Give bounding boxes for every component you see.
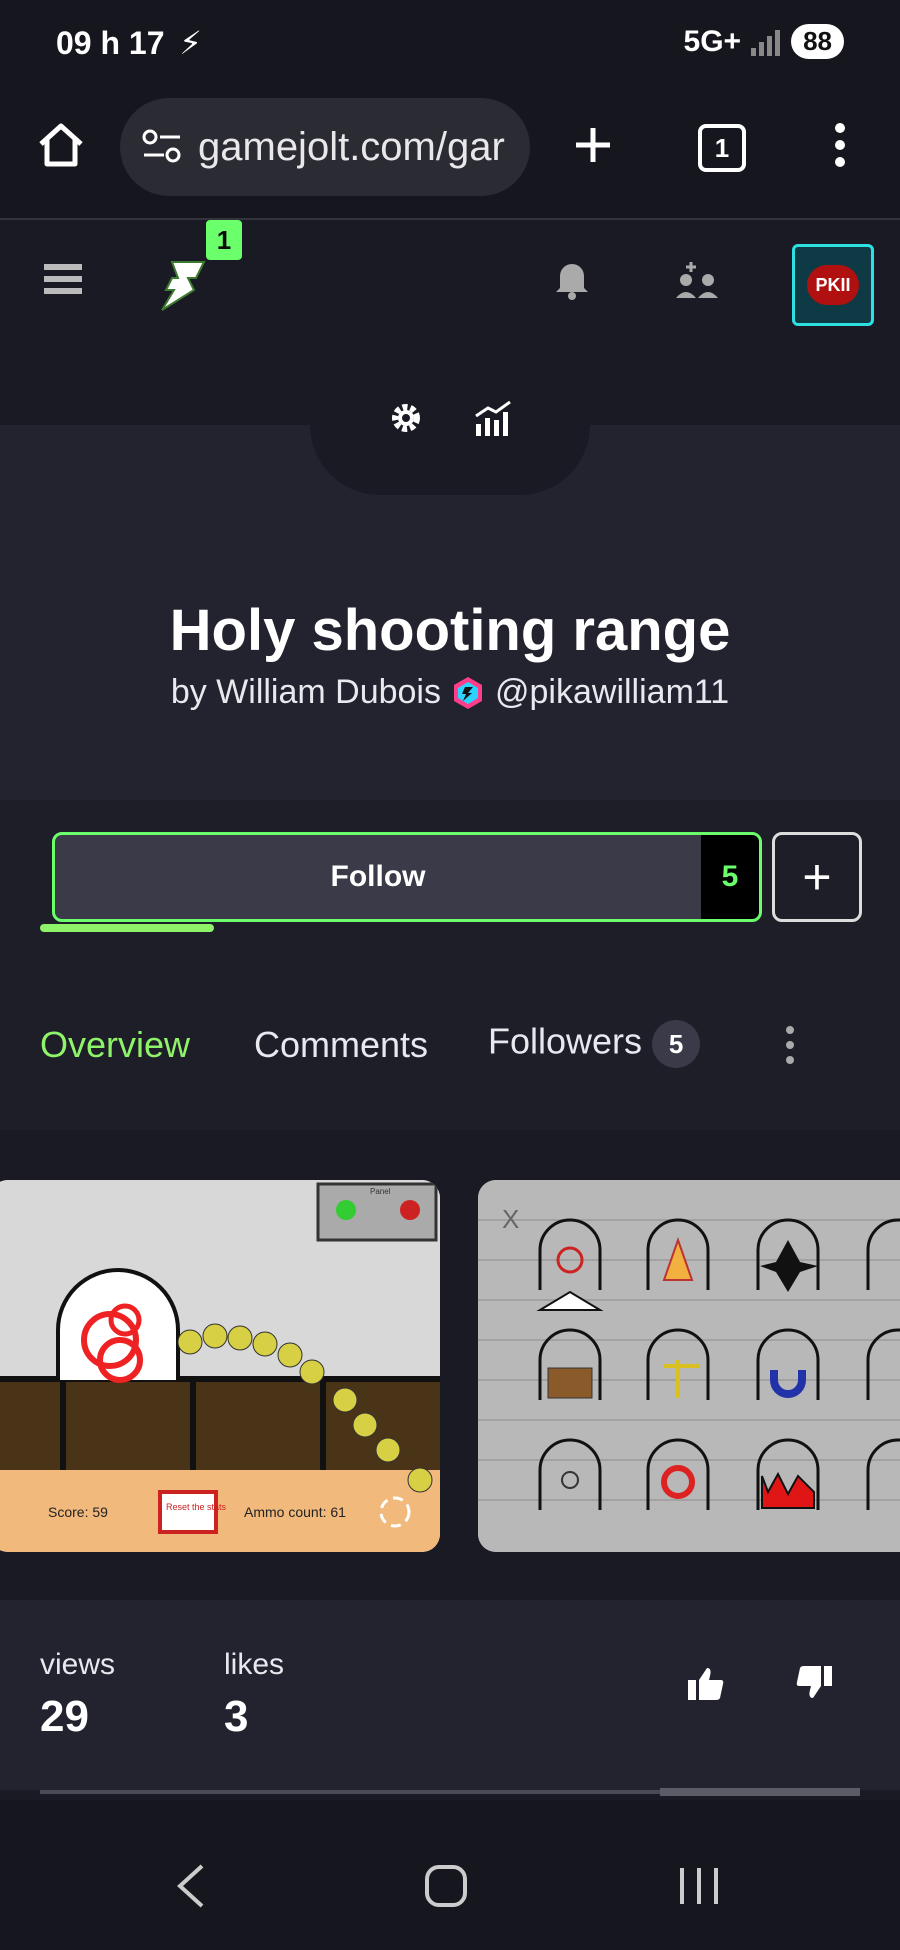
screenshot-gallery[interactable]: Panel Score: 59 Reset the stats Ammo cou… <box>0 1130 900 1600</box>
tab-overview[interactable]: Overview <box>40 1024 190 1066</box>
address-bar[interactable]: gamejolt.com/gar <box>120 98 530 196</box>
url-text: gamejolt.com/gar <box>198 124 505 169</box>
views-label: views <box>40 1648 116 1681</box>
gear-icon[interactable] <box>388 400 424 436</box>
game-title: Holy shooting range <box>169 598 731 663</box>
tab-followers[interactable]: Followers 5 <box>488 1020 701 1068</box>
thumbs-up-icon[interactable] <box>688 1666 724 1700</box>
site-header: 1 PKII <box>0 220 900 430</box>
tab-comments[interactable]: Comments <box>254 1024 428 1066</box>
back-nav-icon[interactable] <box>176 1864 206 1908</box>
likes-label: likes <box>224 1648 285 1681</box>
follow-button[interactable]: Follow 5 <box>52 832 762 922</box>
shooting-range-scene: Panel Score: 59 Reset the stats Ammo cou… <box>0 1180 440 1552</box>
target-selection-scene: X <box>478 1180 900 1552</box>
tab-switcher-button[interactable]: 1 <box>698 124 746 172</box>
verified-creator-icon <box>454 676 482 709</box>
header-notch <box>310 425 590 495</box>
follow-count: 5 <box>701 835 759 919</box>
follow-section: Follow 5 + Overview Comments Followers 5 <box>0 800 900 1130</box>
new-tab-icon[interactable] <box>572 124 614 166</box>
battery-badge: 88 <box>791 24 844 59</box>
hamburger-menu-icon[interactable] <box>44 262 82 296</box>
gamejolt-logo-icon[interactable] <box>158 260 208 312</box>
recents-nav-icon[interactable] <box>678 1866 720 1906</box>
analytics-icon[interactable] <box>474 400 514 436</box>
likes-value: 3 <box>224 1692 249 1741</box>
thumbs-down-icon[interactable] <box>796 1666 832 1700</box>
developer-handle[interactable]: @pikawilliam11 <box>495 673 729 712</box>
follow-label: Follow <box>330 860 426 893</box>
more-tabs-icon[interactable] <box>782 1024 798 1066</box>
site-settings-icon[interactable] <box>142 129 182 165</box>
scroll-indicator <box>660 1788 860 1796</box>
user-avatar[interactable]: PKII <box>792 244 874 326</box>
bell-icon[interactable] <box>554 258 590 300</box>
views-value: 29 <box>40 1692 89 1741</box>
browser-toolbar: gamejolt.com/gar 1 <box>0 90 900 220</box>
game-screenshot-2[interactable]: X <box>478 1180 900 1552</box>
panel-label: Panel <box>370 1187 391 1196</box>
home-nav-icon[interactable] <box>424 1864 468 1908</box>
game-screenshot-1[interactable]: Panel Score: 59 Reset the stats Ammo cou… <box>0 1180 440 1552</box>
followers-count-badge: 5 <box>652 1020 701 1068</box>
ammo-text: Ammo count: 61 <box>244 1504 346 1520</box>
system-nav-bar <box>0 1800 900 1950</box>
add-to-playlist-button[interactable]: + <box>772 832 862 922</box>
gamejolt-status-icon: ⚡ <box>179 25 202 61</box>
notification-count-badge: 1 <box>206 220 242 260</box>
friends-icon[interactable] <box>674 258 720 300</box>
game-tabs: Overview Comments Followers 5 <box>0 1000 900 1100</box>
svg-text:X: X <box>502 1204 519 1234</box>
status-right: 5G+ 88 <box>684 24 844 59</box>
reset-text: Reset the stats <box>166 1502 227 1512</box>
developer-name[interactable]: by William Dubois <box>171 673 441 712</box>
home-icon[interactable] <box>36 120 86 170</box>
score-text: Score: 59 <box>48 1504 108 1520</box>
network-label: 5G+ <box>683 24 742 58</box>
game-byline: by William Dubois @pikawilliam11 <box>0 673 900 712</box>
active-tab-indicator <box>40 924 214 932</box>
signal-icon <box>751 29 781 56</box>
status-bar: 09 h 17 ⚡ 5G+ 88 <box>0 0 900 90</box>
avatar-text: PKII <box>807 265 859 305</box>
browser-menu-icon[interactable] <box>828 120 852 170</box>
status-time: 09 h 17 ⚡ <box>56 25 202 61</box>
game-stats: views 29 likes 3 <box>0 1600 900 1796</box>
